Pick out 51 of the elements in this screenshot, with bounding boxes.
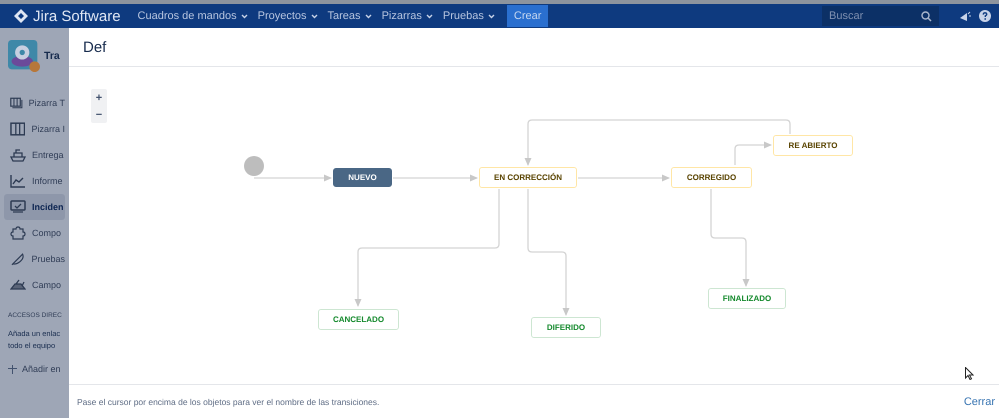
caret-icon	[426, 14, 433, 18]
nav-menu[interactable]: Cuadros de mandos	[132, 10, 253, 22]
zoom-out-button[interactable]: −	[91, 106, 107, 123]
feather-icon	[10, 252, 26, 266]
sidebar-item[interactable]: Informe	[4, 168, 65, 194]
sidebar-item[interactable]: Campo	[4, 272, 65, 298]
columns-icon	[10, 122, 26, 136]
status-node: FINALIZADO	[708, 288, 786, 309]
create-button[interactable]: Crear	[506, 5, 548, 27]
status-node: RE ABIERTO	[773, 135, 853, 156]
puzzle-icon	[10, 226, 26, 240]
status-node: CANCELADO	[318, 309, 399, 330]
project-avatar-icon	[8, 40, 40, 72]
nav-menu[interactable]: Pruebas	[438, 10, 500, 22]
dialog-title: Def	[83, 38, 106, 56]
monitor-icon	[10, 200, 26, 214]
sidebar-item[interactable]: Pruebas	[4, 246, 65, 272]
caret-icon	[488, 14, 495, 18]
tools-icon	[10, 278, 26, 292]
ship-icon	[10, 148, 26, 162]
sidebar-item[interactable]: Inciden	[4, 194, 65, 220]
close-link[interactable]: Cerrar	[964, 396, 995, 408]
mouse-cursor-icon	[965, 367, 974, 380]
sidebar-item[interactable]: Pizarra T	[4, 90, 65, 116]
chart-icon	[10, 174, 26, 188]
help-icon[interactable]	[979, 10, 991, 22]
status-node: CORREGIDO	[671, 167, 752, 188]
sidebar-item[interactable]: Entrega	[4, 142, 65, 168]
status-node: EN CORRECCIÓN	[479, 167, 577, 188]
hint-text: Pase el cursor por encima de los objetos para ver el nombre de las transiciones.	[77, 396, 380, 406]
product-logo[interactable]: Jira Software	[14, 8, 121, 24]
status-node: DIFERIDO	[531, 317, 601, 338]
project-name[interactable]: Tra	[44, 50, 60, 62]
caret-icon	[240, 14, 248, 18]
product-name: Jira Software	[33, 8, 121, 24]
zoom-in-button[interactable]: +	[91, 89, 107, 106]
status-node: NUEVO	[333, 168, 392, 187]
nav-menu[interactable]: Proyectos	[252, 10, 323, 22]
sidebar-item[interactable]: Compo	[4, 220, 65, 246]
nav-menu[interactable]: Pizarras	[376, 10, 438, 22]
megaphone-icon[interactable]	[959, 10, 971, 22]
search-icon	[921, 11, 932, 22]
start-node	[244, 156, 264, 176]
search-field[interactable]: Buscar	[822, 6, 939, 26]
add-shortcut-link[interactable]: Añadir en	[8, 364, 69, 374]
board-icon	[10, 96, 23, 110]
caret-icon	[364, 14, 372, 18]
caret-icon	[310, 14, 318, 18]
sidebar-item[interactable]: Pizarra I	[4, 116, 65, 142]
nav-menu[interactable]: Tareas	[322, 10, 377, 22]
diamond-logo-icon	[14, 9, 28, 23]
